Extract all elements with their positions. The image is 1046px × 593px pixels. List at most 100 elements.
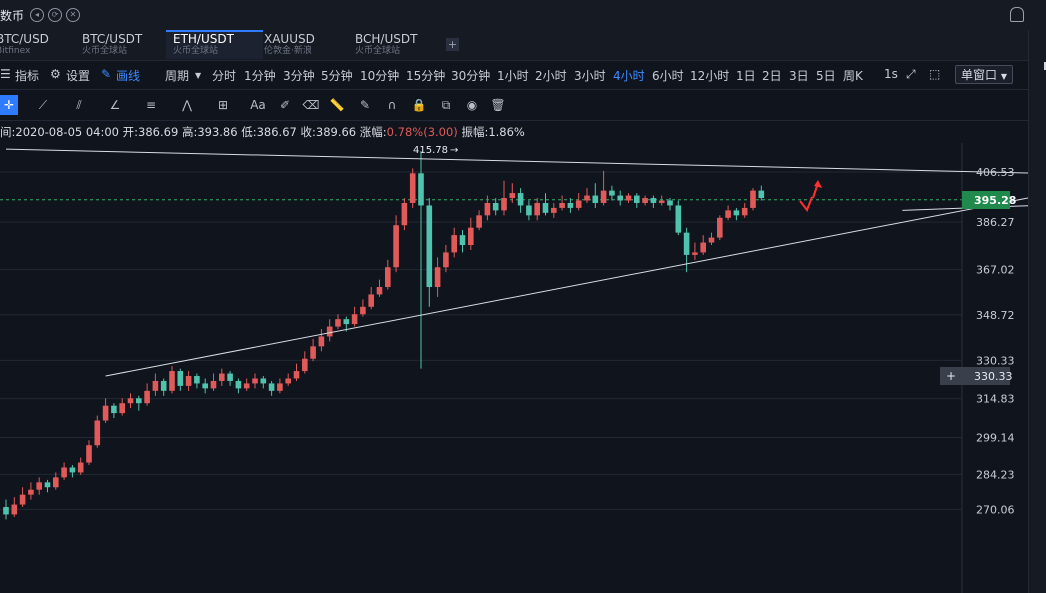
interval-5m[interactable]: 5分钟 bbox=[321, 67, 353, 84]
candle-body bbox=[426, 205, 433, 288]
interval-3d[interactable]: 3日 bbox=[789, 67, 809, 84]
tab-source: 火币全球站 bbox=[82, 46, 128, 56]
candle-body bbox=[600, 190, 607, 203]
window-mode-select[interactable]: 单窗口 ▼ bbox=[955, 65, 1013, 84]
wave-tool-icon[interactable]: ⋀ bbox=[178, 97, 196, 113]
interval-1m[interactable]: 1分钟 bbox=[244, 67, 276, 84]
interval-1h[interactable]: 1小时 bbox=[497, 67, 529, 84]
interval-10m[interactable]: 10分钟 bbox=[360, 67, 399, 84]
interval-2d[interactable]: 2日 bbox=[762, 67, 782, 84]
interval-week[interactable]: 周K bbox=[843, 67, 863, 84]
price-tick-label: 270.06 bbox=[976, 503, 1015, 516]
candle-body bbox=[169, 371, 175, 391]
tab-eth-usdt[interactable]: ETH/USDT 火币全球站 bbox=[166, 30, 263, 59]
hide-icon[interactable]: ◉ bbox=[463, 97, 481, 113]
interval-1s[interactable]: 1s bbox=[884, 67, 898, 81]
indicator-icon[interactable]: ☰ bbox=[0, 67, 11, 81]
copy-icon[interactable]: ⧉ bbox=[437, 97, 455, 113]
interval-6h[interactable]: 6小时 bbox=[652, 67, 684, 84]
candle-body bbox=[119, 403, 125, 414]
text-tool-icon[interactable]: Aa bbox=[249, 97, 267, 113]
candle-body bbox=[360, 306, 366, 315]
info-change-label: 涨幅: bbox=[359, 125, 387, 139]
candle-body bbox=[617, 195, 623, 201]
current-price: 395.28 bbox=[974, 194, 1016, 207]
interval-12h[interactable]: 12小时 bbox=[690, 67, 729, 84]
gear-icon[interactable]: ⚙ bbox=[50, 67, 61, 81]
magnet-icon[interactable]: ∩ bbox=[383, 97, 401, 113]
eraser-icon[interactable]: ⌫ bbox=[302, 97, 320, 113]
interval-2h[interactable]: 2小时 bbox=[535, 67, 567, 84]
price-axis: 406.53 386.27 367.02 348.72 330.33 314.83 299.… bbox=[976, 166, 1015, 516]
info-open: 开:386.69 bbox=[122, 125, 179, 139]
crosshair-icon[interactable]: ✛ bbox=[0, 95, 18, 115]
brush-icon[interactable]: ✐ bbox=[276, 97, 294, 113]
refresh-icon[interactable]: ⟳ bbox=[48, 8, 62, 22]
close-icon[interactable]: ✕ bbox=[66, 8, 80, 22]
interval-5d[interactable]: 5日 bbox=[816, 67, 836, 84]
price-tick-label: 406.53 bbox=[976, 166, 1015, 179]
price-tick-label: 330.33 bbox=[976, 354, 1015, 367]
lock-icon[interactable]: 🔒 bbox=[410, 97, 428, 113]
horizontal-lines-icon[interactable]: ≡ bbox=[142, 97, 160, 113]
candle-body bbox=[318, 336, 325, 347]
tab-btc-usd[interactable]: BTC/USD Bitfinex bbox=[0, 32, 74, 59]
candle-body bbox=[700, 242, 706, 253]
arrow-up-head bbox=[814, 180, 822, 188]
pencil-tool-icon[interactable]: ✎ bbox=[356, 97, 374, 113]
angle-tool-icon[interactable]: ∠ bbox=[106, 97, 124, 113]
candle-body bbox=[86, 445, 92, 463]
candle-body bbox=[401, 202, 408, 226]
peak-arrow: → bbox=[450, 145, 458, 156]
line-tool-icon[interactable]: ⟋ bbox=[34, 97, 52, 113]
screenshot-icon[interactable]: ⬚ bbox=[929, 67, 940, 81]
candle-body bbox=[194, 376, 200, 384]
chevron-down-icon[interactable]: ▼ bbox=[195, 71, 201, 80]
candle-body bbox=[575, 200, 582, 208]
trash-icon[interactable]: 🗑 bbox=[489, 97, 507, 113]
indicator-button[interactable]: 指标 bbox=[15, 67, 39, 84]
candle-body bbox=[750, 190, 756, 208]
multi-line-icon[interactable]: ⫽ bbox=[70, 97, 88, 113]
draw-button[interactable]: 画线 bbox=[116, 67, 140, 84]
candle-body bbox=[468, 227, 474, 245]
add-tab-button[interactable]: + bbox=[446, 38, 459, 51]
candle-body bbox=[326, 326, 333, 337]
tab-bch-usdt[interactable]: BCH/USDT 火币全球站 bbox=[355, 32, 435, 59]
drawing-toolbar: ✛ ⟋ ⫽ ∠ ≡ ⋀ ⊞ Aa ✐ ⌫ 📏 ✎ ∩ 🔒 ⧉ ◉ 🗑 bbox=[0, 90, 1030, 121]
tab-symbol: BTC/USD bbox=[0, 32, 49, 46]
candlestick-chart[interactable]: 406.53 386.27 367.02 348.72 330.33 314.83 299.… bbox=[0, 143, 1028, 593]
tab-btc-usdt[interactable]: BTC/USDT 火币全球站 bbox=[82, 32, 162, 59]
interval-30m[interactable]: 30分钟 bbox=[451, 67, 490, 84]
candle-body bbox=[202, 383, 208, 389]
candle-body bbox=[235, 380, 242, 389]
interval-fenshi[interactable]: 分时 bbox=[212, 67, 236, 84]
candle-body bbox=[393, 225, 399, 268]
interval-3m[interactable]: 3分钟 bbox=[283, 67, 315, 84]
interval-15m[interactable]: 15分钟 bbox=[406, 67, 445, 84]
bell-icon[interactable] bbox=[1010, 7, 1024, 22]
price-tick-label: 284.23 bbox=[976, 468, 1015, 481]
candle-body bbox=[443, 252, 449, 268]
interval-4h[interactable]: 4小时 bbox=[613, 67, 645, 84]
price-tick-label: 348.72 bbox=[976, 309, 1015, 322]
info-low: 低:386.67 bbox=[241, 125, 297, 139]
tab-source: 火币全球站 bbox=[173, 46, 219, 56]
ruler-icon[interactable]: 📏 bbox=[328, 97, 346, 113]
back-icon[interactable]: ◂ bbox=[30, 8, 44, 22]
interval-1d[interactable]: 1日 bbox=[736, 67, 756, 84]
candle-body bbox=[741, 207, 748, 216]
candle-body bbox=[634, 195, 640, 203]
tab-xauusd[interactable]: XAUUSD 伦敦金·新浪 bbox=[264, 32, 348, 59]
settings-button[interactable]: 设置 bbox=[66, 67, 90, 84]
candle-body bbox=[185, 376, 192, 386]
pencil-icon[interactable]: ✎ bbox=[101, 67, 111, 81]
interval-3h[interactable]: 3小时 bbox=[574, 67, 606, 84]
candle-body bbox=[302, 358, 308, 372]
grid-tool-icon[interactable]: ⊞ bbox=[214, 97, 232, 113]
fullscreen-icon[interactable]: ⤢ bbox=[906, 67, 916, 82]
candle-body bbox=[3, 507, 9, 515]
period-label[interactable]: 周期 bbox=[165, 67, 189, 84]
candle-body bbox=[136, 398, 142, 404]
candle-body bbox=[343, 319, 350, 325]
